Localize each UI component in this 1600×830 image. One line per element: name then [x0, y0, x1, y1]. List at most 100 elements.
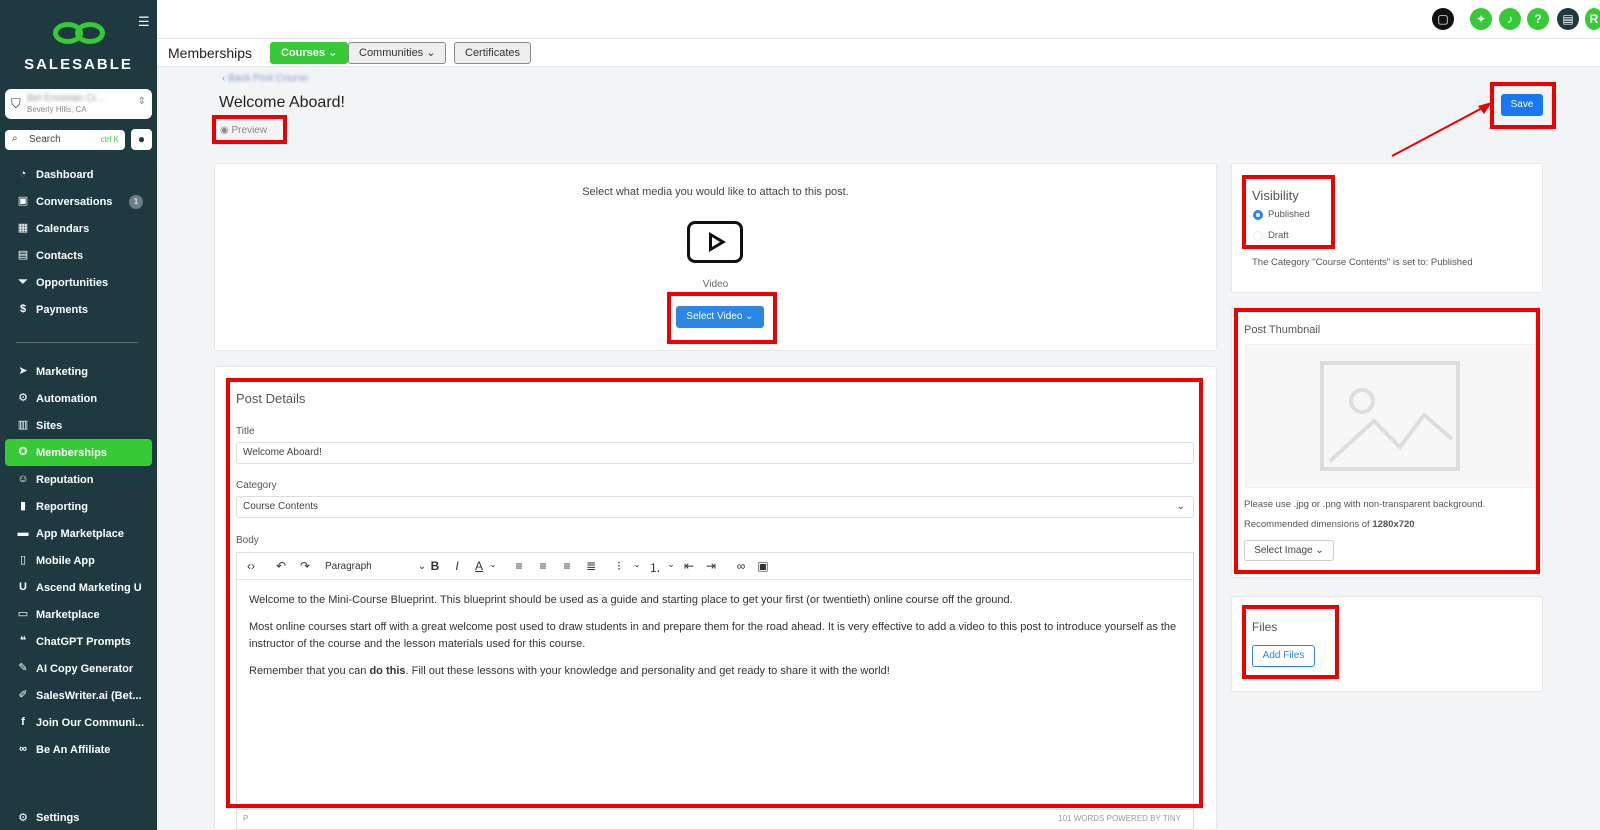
funnel-icon: ⏷	[18, 276, 28, 288]
sidebar-item-label: Marketing	[36, 365, 88, 378]
sidebar-item-label: Reputation	[36, 473, 94, 486]
contact-card-icon: ▤	[17, 249, 29, 261]
shield-pin-icon: ⛉	[11, 96, 21, 111]
link-icon: ∞	[19, 743, 27, 755]
membership-icon: ✪	[18, 446, 28, 458]
sites-icon: ▥	[17, 419, 29, 431]
section-title: Memberships	[168, 45, 253, 61]
editor-statusbar: P 101 WORDS POWERED BY TINY	[236, 810, 1194, 830]
search-icon: ⌕	[12, 133, 18, 144]
sidebar-item-label: Conversations	[36, 195, 113, 208]
sidebar-item-marketing[interactable]: ➤ Marketing	[0, 358, 157, 385]
user-icon: ●	[137, 132, 146, 146]
megaphone-icon[interactable]: ✦	[1470, 8, 1492, 30]
chat-widget-icon[interactable]: ▢	[1432, 8, 1454, 30]
video-label: Video	[702, 279, 729, 290]
chat-icon: ▣	[17, 195, 29, 207]
sidebar-item-join-community[interactable]: f Join Our Communi...	[0, 709, 157, 736]
sidebar-item-label: SalesWriter.ai (Bet...	[36, 689, 142, 702]
location-switcher[interactable]: ⛉ Bel Ennistan Cr... Beverly Hills, CA ⇕	[5, 89, 152, 119]
sidebar: SALESABLE ☰ ⛉ Bel Ennistan Cr... Beverly…	[0, 0, 157, 830]
tab-label: Certificates	[465, 47, 521, 59]
chevron-down-icon: ⌄	[426, 47, 436, 59]
calendar-icon: ▦	[17, 222, 29, 234]
sidebar-divider	[16, 342, 138, 343]
sidebar-item-contacts[interactable]: ▤ Contacts	[0, 242, 157, 269]
tab-communities[interactable]: Communities ⌄	[348, 42, 447, 64]
sidebar-item-label: Ascend Marketing U	[36, 581, 142, 594]
annotation-box	[1242, 605, 1339, 679]
chevron-down-icon: ⌄	[328, 47, 338, 59]
phone-icon: ▯	[19, 554, 27, 566]
user-profile-button[interactable]: ●	[131, 129, 152, 150]
sidebar-item-label: Marketplace	[36, 608, 100, 621]
logo-icon	[51, 18, 107, 52]
tab-label: Courses	[281, 47, 326, 59]
smile-icon: ☺	[17, 473, 29, 485]
id-card-icon[interactable]: ▤	[1557, 8, 1579, 30]
sidebar-item-affiliate[interactable]: ∞ Be An Affiliate	[0, 736, 157, 763]
breadcrumb[interactable]: ‹ Back Post Course	[222, 73, 308, 84]
store-icon: ▭	[17, 608, 29, 620]
user-avatar[interactable]: R	[1585, 8, 1600, 30]
annotation-box	[1490, 82, 1556, 129]
unread-badge: 1	[129, 195, 143, 209]
tab-certificates[interactable]: Certificates	[454, 42, 532, 64]
video-play-icon[interactable]	[687, 221, 743, 263]
sidebar-item-reporting[interactable]: ▮ Reporting	[0, 493, 157, 520]
annotation-box	[1234, 308, 1540, 574]
sidebar-item-marketplace[interactable]: ▭ Marketplace	[0, 601, 157, 628]
brand-logo[interactable]: SALESABLE	[0, 18, 157, 73]
sidebar-item-label: Be An Affiliate	[36, 743, 111, 756]
sidebar-item-label: Contacts	[36, 249, 84, 262]
sidebar-item-label: Settings	[36, 812, 80, 824]
sidebar-item-label: App Marketplace	[36, 527, 125, 540]
sidebar-item-calendars[interactable]: ▦ Calendars	[0, 215, 157, 242]
sidebar-item-label: Mobile App	[36, 554, 95, 567]
sidebar-item-mobile-app[interactable]: ▯ Mobile App	[0, 547, 157, 574]
sidebar-item-settings[interactable]: ⚙ Settings	[0, 808, 157, 828]
sidebar-item-conversations[interactable]: ▣ Conversations 1	[0, 188, 157, 215]
brand-name: SALESABLE	[24, 56, 133, 73]
nav-primary: ◔ Dashboard ▣ Conversations 1 ▦ Calendars ▤ C…	[0, 161, 157, 323]
word-count: 101 WORDS POWERED BY TINY	[1058, 814, 1181, 823]
sidebar-item-label: Payments	[36, 303, 88, 316]
chevron-updown-icon: ⇕	[137, 96, 146, 107]
edit-icon: ✎	[18, 662, 28, 674]
help-icon[interactable]: ?	[1527, 8, 1549, 30]
sidebar-item-ascend-marketing-u[interactable]: U Ascend Marketing U	[0, 574, 157, 601]
sidebar-item-label: Reporting	[36, 500, 88, 513]
sidebar-item-automation[interactable]: ⚙ Automation	[0, 385, 157, 412]
sidebar-item-reputation[interactable]: ☺ Reputation	[0, 466, 157, 493]
annotation-box	[1242, 175, 1335, 249]
sidebar-item-saleswriter[interactable]: ✐ SalesWriter.ai (Bet...	[0, 682, 157, 709]
sidebar-item-sites[interactable]: ▥ Sites	[0, 412, 157, 439]
automation-icon: ⚙	[18, 392, 28, 404]
media-prompt: Select what media you would like to atta…	[582, 186, 849, 198]
dashboard-icon: ◔	[19, 168, 27, 180]
bell-icon[interactable]: ♪	[1499, 8, 1521, 30]
bar-chart-icon: ▮	[19, 500, 27, 512]
facebook-icon: f	[21, 716, 25, 728]
sidebar-search[interactable]: ⌕ Search ctrl K	[5, 130, 125, 150]
briefcase-icon: ▬	[17, 527, 29, 539]
breadcrumb-label: Back Post Course	[228, 73, 309, 84]
tab-label: Communities	[359, 47, 424, 59]
sidebar-item-memberships[interactable]: ✪ Memberships	[5, 439, 152, 466]
sidebar-item-app-marketplace[interactable]: ▬ App Marketplace	[0, 520, 157, 547]
sidebar-item-opportunities[interactable]: ⏷ Opportunities	[0, 269, 157, 296]
element-path: P	[243, 814, 249, 823]
location-sub: Beverly Hills, CA	[27, 105, 87, 114]
sidebar-item-dashboard[interactable]: ◔ Dashboard	[0, 161, 157, 188]
sidebar-item-payments[interactable]: $ Payments	[0, 296, 157, 323]
sidebar-item-label: AI Copy Generator	[36, 662, 134, 675]
menu-collapse-icon[interactable]: ☰	[138, 14, 150, 30]
nav-secondary: ➤ Marketing ⚙ Automation ▥ Sites ✪ Membershi…	[0, 358, 157, 763]
search-label: Search	[29, 134, 61, 145]
sidebar-item-ai-copy-generator[interactable]: ✎ AI Copy Generator	[0, 655, 157, 682]
tab-courses[interactable]: Courses ⌄	[270, 42, 349, 64]
gear-icon: ⚙	[18, 812, 28, 824]
annotation-arrow	[1391, 102, 1492, 157]
sidebar-item-chatgpt-prompts[interactable]: ❝ ChatGPT Prompts	[0, 628, 157, 655]
send-icon: ➤	[18, 365, 28, 377]
